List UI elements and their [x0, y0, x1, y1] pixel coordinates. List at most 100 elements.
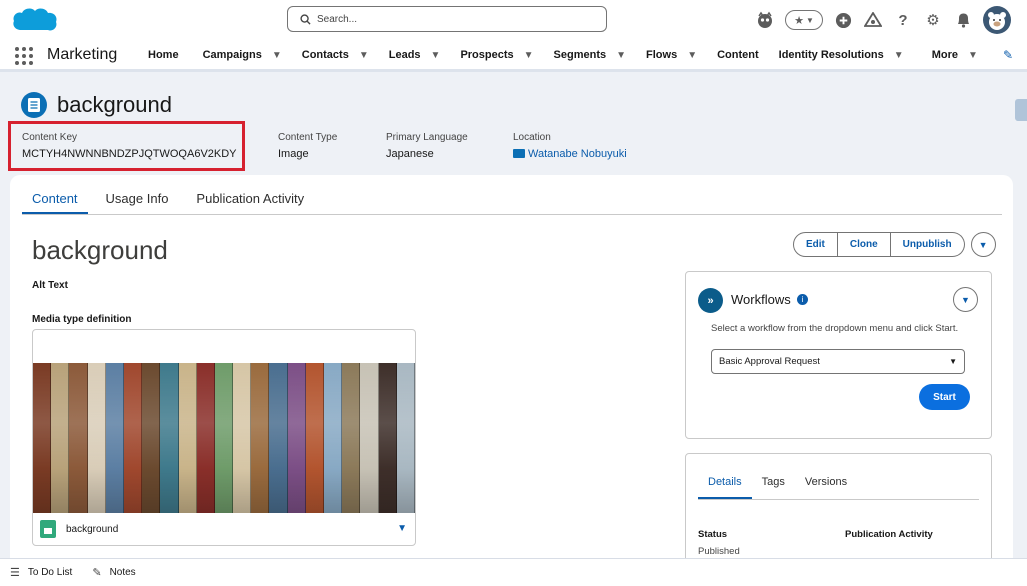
- tab-usage-info[interactable]: Usage Info: [96, 185, 179, 214]
- setup-gear-icon[interactable]: ⚙: [923, 10, 943, 30]
- nav-item-contacts[interactable]: Contacts ▼: [302, 49, 369, 61]
- image-plank: [324, 363, 343, 513]
- image-file-row: background ▼: [33, 513, 415, 545]
- nav-item-segments[interactable]: Segments ▼: [554, 49, 626, 61]
- nav-item-label: Campaigns: [202, 49, 262, 61]
- nav-item-label: Prospects: [460, 49, 514, 61]
- search-icon: [300, 13, 311, 25]
- record-title: background: [57, 92, 172, 117]
- image-plank: [160, 363, 179, 513]
- nav-item-label: Leads: [388, 49, 421, 61]
- clone-button[interactable]: Clone: [837, 232, 891, 257]
- tab-versions[interactable]: Versions: [795, 470, 857, 499]
- chevron-down-icon[interactable]: ▼: [524, 50, 534, 61]
- field-label: Location: [513, 132, 551, 143]
- nav-item-label: Content: [717, 49, 759, 61]
- notes-icon: ✎: [92, 567, 102, 579]
- publication-activity-label: Publication Activity: [845, 529, 933, 540]
- app-launcher-icon[interactable]: [15, 47, 33, 65]
- chevron-down-icon[interactable]: ▼: [953, 287, 978, 312]
- tab-details[interactable]: Details: [698, 470, 752, 499]
- nav-item-campaigns[interactable]: Campaigns ▼: [203, 49, 282, 61]
- more-actions-chevron-icon[interactable]: ▼: [970, 232, 996, 257]
- utility-todo-list[interactable]: ☰ To Do List: [10, 566, 72, 579]
- image-plank: [378, 363, 397, 513]
- field-primary-language: Primary Language Japanese: [386, 132, 468, 160]
- guide-icon[interactable]: [755, 10, 775, 30]
- salesforce-logo-icon[interactable]: [11, 4, 59, 36]
- folder-icon: [513, 149, 525, 158]
- chevron-down-icon[interactable]: ▼: [397, 523, 407, 534]
- nav-item-content[interactable]: Content: [717, 49, 759, 61]
- global-search-input[interactable]: Search...: [287, 6, 607, 32]
- app-name: Marketing: [47, 46, 118, 63]
- chevron-down-icon[interactable]: ▼: [272, 50, 282, 61]
- image-file-icon: [40, 520, 56, 538]
- alt-text-label: Alt Text: [32, 280, 68, 291]
- nav-more-label: More: [931, 49, 958, 61]
- nav-item-label: Identity Resolutions: [778, 49, 884, 61]
- workflows-title: Workflows: [731, 292, 791, 307]
- image-plank: [269, 363, 288, 513]
- notification-bell-icon[interactable]: [953, 10, 973, 30]
- nav-item-label: Home: [148, 49, 179, 61]
- field-label: Primary Language: [386, 132, 468, 143]
- chevron-down-icon[interactable]: ▼: [968, 50, 978, 61]
- chevron-down-icon[interactable]: ▼: [894, 50, 904, 61]
- location-link[interactable]: Watanabe Nobuyuki: [513, 148, 627, 160]
- content-record-icon: [21, 92, 47, 118]
- todo-list-icon: ☰: [10, 567, 20, 579]
- workflow-icon: »: [698, 288, 723, 313]
- image-plank: [305, 363, 324, 513]
- help-icon[interactable]: ?: [893, 10, 913, 30]
- workflow-select-value: Basic Approval Request: [719, 356, 820, 367]
- dropdown-arrow-icon: ▼: [949, 357, 957, 366]
- nav-item-identity-resolutions[interactable]: Identity Resolutions ▼: [779, 49, 904, 61]
- favorites-list-icon[interactable]: ▼: [806, 16, 814, 25]
- chevron-down-icon[interactable]: ▼: [687, 50, 697, 61]
- trailhead-icon[interactable]: [863, 10, 883, 30]
- user-avatar-icon[interactable]: [983, 6, 1011, 34]
- nav-item-prospects[interactable]: Prospects ▼: [460, 49, 533, 61]
- global-header: Search... ★ ▼ ? ⚙: [0, 0, 1027, 40]
- image-plank: [178, 363, 197, 513]
- media-type-label: Media type definition: [32, 314, 132, 325]
- tab-content[interactable]: Content: [22, 185, 88, 214]
- image-preview[interactable]: [33, 363, 415, 513]
- nav-item-label: Segments: [553, 49, 607, 61]
- content-key-highlight-box: [8, 121, 245, 171]
- status-value: Published: [698, 546, 740, 557]
- nav-more-menu[interactable]: More ▼: [932, 49, 978, 61]
- field-value: Image: [278, 148, 309, 160]
- image-plank: [51, 363, 70, 513]
- nav-item-flows[interactable]: Flows ▼: [646, 49, 697, 61]
- chevron-down-icon[interactable]: ▼: [616, 50, 626, 61]
- unpublish-button[interactable]: Unpublish: [890, 232, 965, 257]
- nav-item-home[interactable]: Home: [148, 49, 179, 61]
- info-icon[interactable]: i: [797, 294, 808, 305]
- nav-item-leads[interactable]: Leads ▼: [389, 49, 441, 61]
- field-location: Location Watanabe Nobuyuki: [513, 132, 627, 160]
- side-panel-tab[interactable]: [1015, 99, 1027, 121]
- favorites-group[interactable]: ★ ▼: [785, 10, 823, 30]
- field-label: Content Type: [278, 132, 338, 143]
- chevron-down-icon[interactable]: ▼: [431, 50, 441, 61]
- chevron-down-icon[interactable]: ▼: [359, 50, 369, 61]
- image-plank: [105, 363, 124, 513]
- utility-label: To Do List: [27, 567, 73, 578]
- image-plank: [233, 363, 252, 513]
- workflow-select[interactable]: Basic Approval Request ▼: [711, 349, 965, 374]
- edit-nav-pencil-icon[interactable]: ✎: [1003, 48, 1013, 62]
- tab-tags[interactable]: Tags: [752, 470, 795, 499]
- tab-publication-activity[interactable]: Publication Activity: [186, 185, 314, 214]
- start-button[interactable]: Start: [919, 384, 970, 410]
- favorite-star-icon[interactable]: ★: [794, 14, 804, 27]
- edit-button[interactable]: Edit: [793, 232, 838, 257]
- record-tabs: Content Usage Info Publication Activity: [22, 185, 1002, 215]
- nav-item-label: Flows: [646, 49, 678, 61]
- image-plank: [142, 363, 161, 513]
- content-title: background: [32, 235, 168, 265]
- navigation-bar: Marketing Home Campaigns ▼ Contacts ▼ Lead…: [0, 40, 1027, 72]
- global-create-icon[interactable]: [833, 10, 853, 30]
- utility-notes[interactable]: ✎ Notes: [92, 566, 135, 579]
